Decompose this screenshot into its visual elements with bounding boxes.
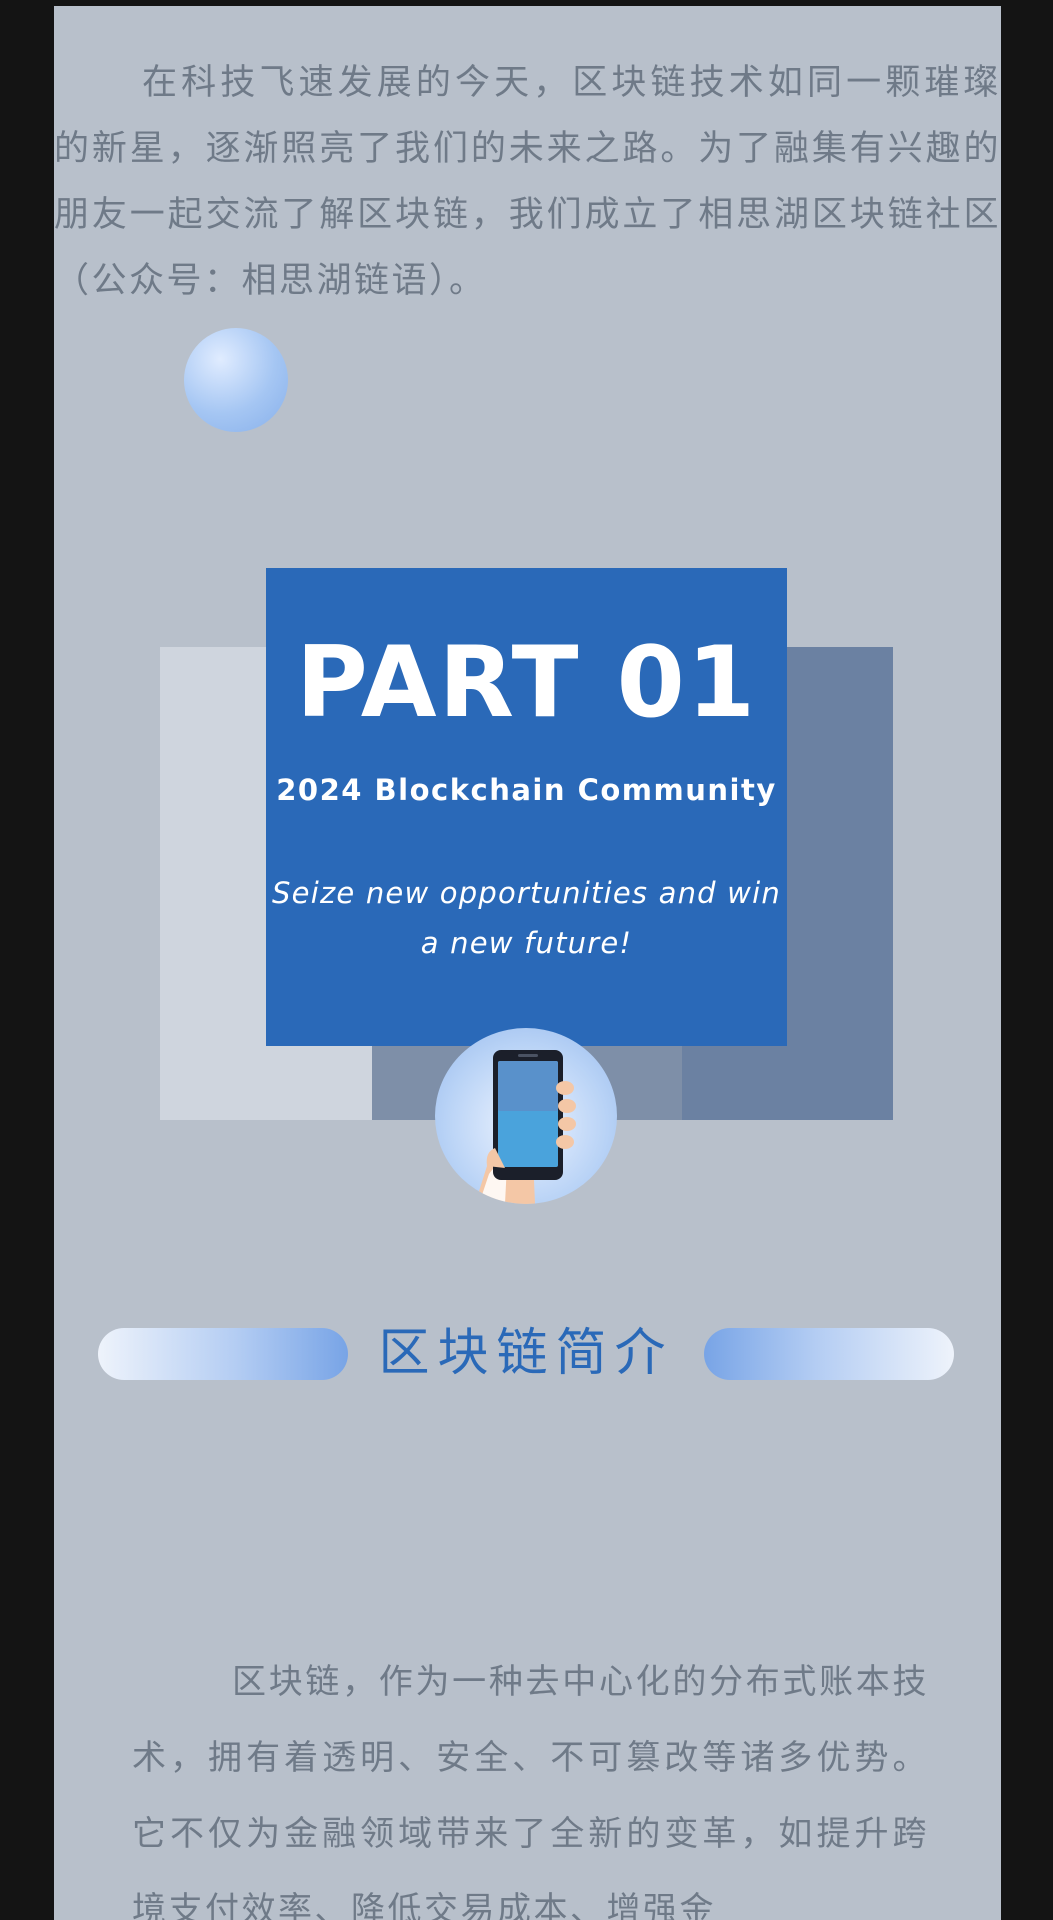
- part-subtitle: 2024 Blockchain Community: [276, 773, 777, 807]
- section-divider-right: [704, 1328, 954, 1380]
- body-paragraph: 区块链，作为一种去中心化的分布式账本技术，拥有着透明、安全、不可篡改等诸多优势。…: [132, 1662, 929, 1920]
- hand-holding-phone-icon: [435, 1028, 617, 1204]
- article-page: 在科技飞速发展的今天，区块链技术如同一颗璀璨的新星，逐渐照亮了我们的未来之路。为…: [54, 6, 1001, 1920]
- part-slogan: Seize new opportunities and win a new fu…: [272, 876, 781, 960]
- circle-bubble-icon: [184, 328, 288, 432]
- section-title: 区块链简介: [378, 1324, 674, 1383]
- section-divider-left: [98, 1328, 348, 1380]
- intro-paragraph: 在科技飞速发展的今天，区块链技术如同一颗璀璨的新星，逐渐照亮了我们的未来之路。为…: [54, 63, 1001, 301]
- part-card: PART 01 2024 Blockchain Community Seize …: [266, 568, 787, 1046]
- part-title: PART 01: [295, 626, 758, 740]
